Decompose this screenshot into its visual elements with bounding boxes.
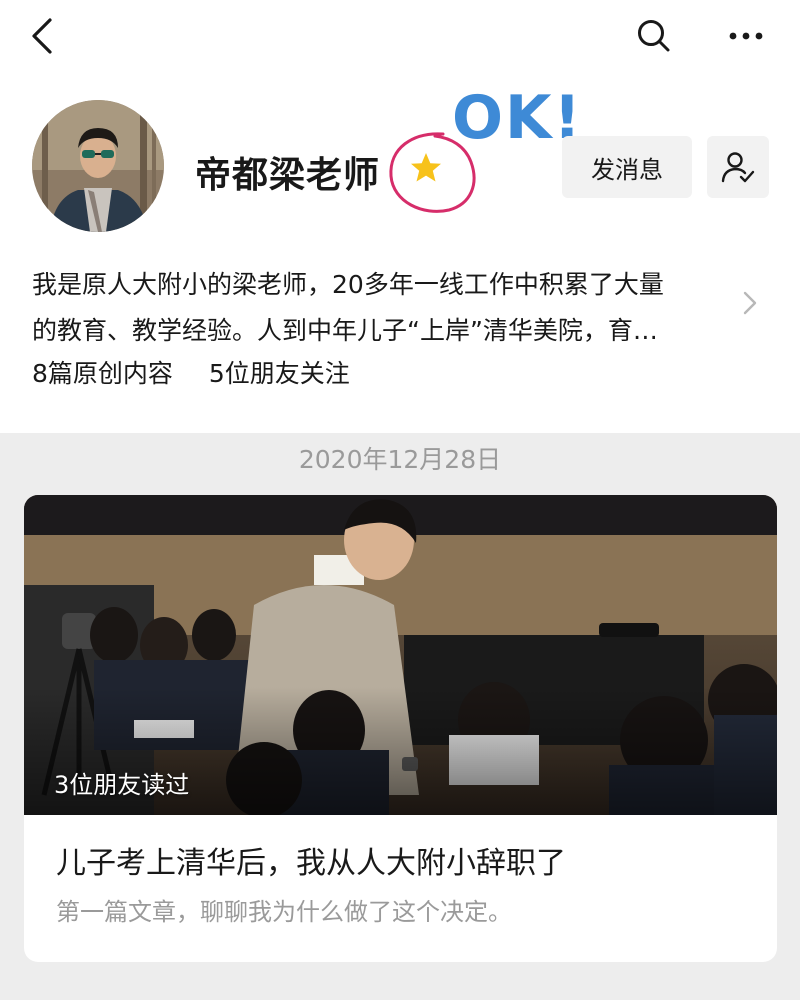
user-check-icon (721, 152, 755, 183)
bio-text[interactable]: 我是原人大附小的梁老师，20多年一线工作中积累了大量 的教育、教学经验。人到中年… (32, 262, 732, 354)
more-button[interactable] (724, 14, 768, 58)
search-button[interactable] (632, 14, 676, 58)
search-icon (638, 20, 670, 52)
back-button[interactable] (22, 14, 62, 58)
chevron-right-icon[interactable] (740, 290, 760, 316)
friends-following-count[interactable]: 5位朋友关注 (209, 359, 350, 388)
chevron-left-icon (32, 18, 52, 54)
bio-line: 我是原人大附小的梁老师，20多年一线工作中积累了大量 (32, 270, 664, 299)
friends-read-count: 3位朋友读过 (54, 771, 190, 799)
avatar-image (32, 100, 164, 232)
bio-line: 的教育、教学经验。人到中年儿子“上岸”清华美院，育… (32, 316, 658, 345)
account-name: 帝都梁老师 (195, 155, 381, 196)
account-stats: 8篇原创内容 5位朋友关注 (32, 354, 378, 390)
send-message-button[interactable]: 发消息 (562, 136, 692, 198)
avatar[interactable] (32, 100, 164, 232)
article-title: 儿子考上清华后，我从人大附小辞职了 (56, 846, 566, 881)
post-date: 2020年12月28日 (298, 445, 502, 474)
original-count[interactable]: 8篇原创内容 (32, 359, 173, 388)
article-description: 第一篇文章，聊聊我为什么做了这个决定。 (56, 898, 512, 926)
more-dots-icon (729, 32, 763, 40)
article-card[interactable]: 3位朋友读过 儿子考上清华后，我从人大附小辞职了 第一篇文章，聊聊我为什么做了这… (24, 495, 777, 962)
follow-status-button[interactable] (707, 136, 769, 198)
